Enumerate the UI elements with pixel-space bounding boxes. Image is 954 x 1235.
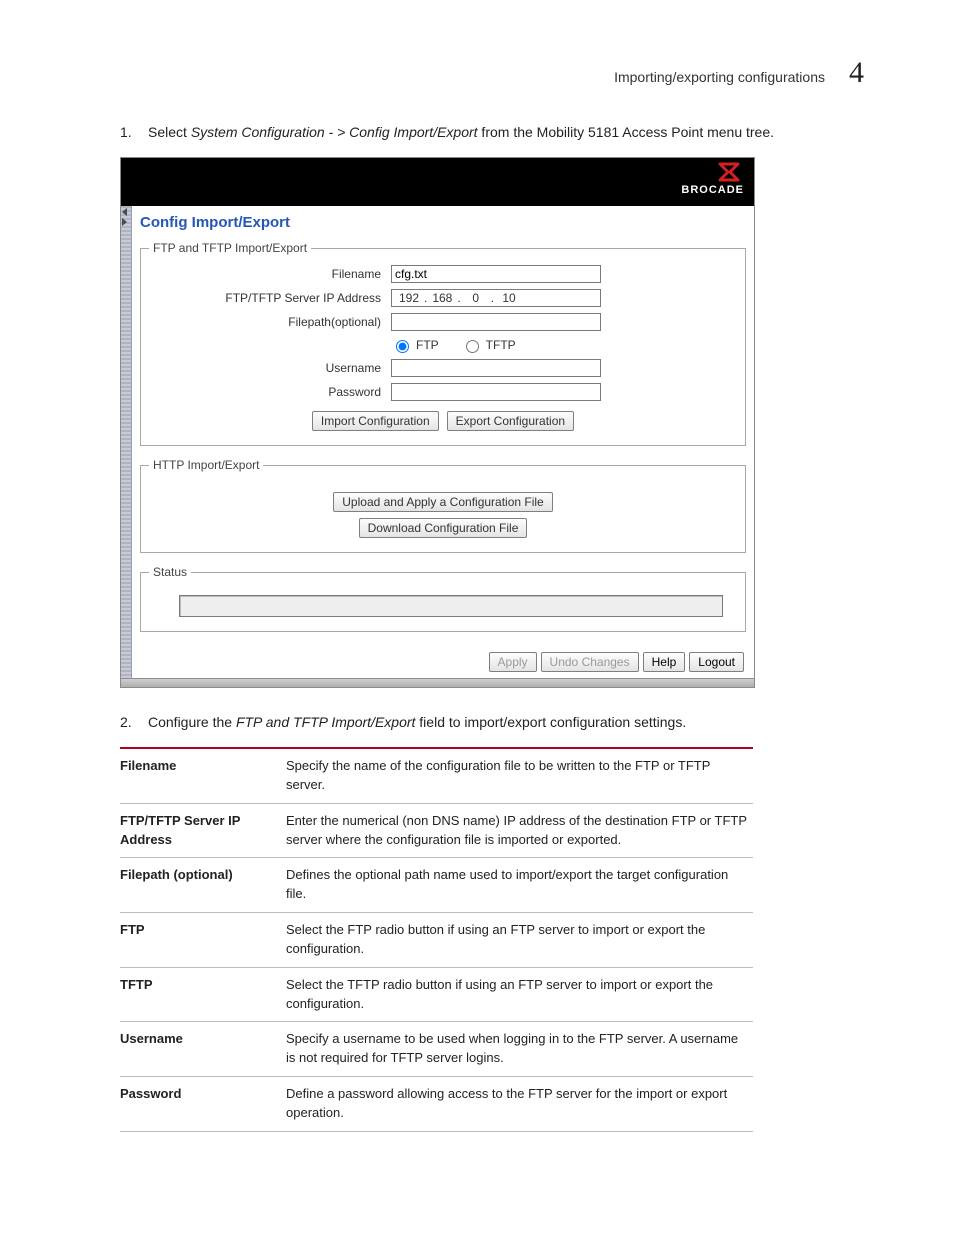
radio-ftp-input[interactable] [396, 340, 409, 353]
field-name-cell: FTP [120, 913, 286, 968]
brocade-logo-icon [718, 162, 744, 182]
step-1: 1. Select System Configuration - > Confi… [120, 122, 864, 143]
table-row: FilenameSpecify the name of the configur… [120, 748, 753, 803]
field-name-cell: Password [120, 1077, 286, 1132]
field-desc-cell: Specify the name of the configuration fi… [286, 748, 753, 803]
label-filepath: Filepath(optional) [149, 315, 391, 329]
step-text: Configure the FTP and TFTP Import/Export… [148, 712, 686, 733]
panel-title: Config Import/Export [140, 214, 748, 231]
username-input[interactable] [391, 359, 601, 377]
splitter-grip[interactable] [121, 206, 132, 678]
import-configuration-button[interactable]: Import Configuration [312, 411, 439, 431]
upload-config-button[interactable]: Upload and Apply a Configuration File [333, 492, 552, 512]
radio-tftp[interactable]: TFTP [461, 337, 516, 353]
brand-block: BROCADE [681, 162, 744, 196]
screenshot-config-import-export: BROCADE Config Import/Export FTP and TFT… [120, 157, 755, 688]
step-2: 2. Configure the FTP and TFTP Import/Exp… [120, 712, 864, 733]
undo-changes-button[interactable]: Undo Changes [541, 652, 639, 672]
fieldset-ftp-tftp: FTP and TFTP Import/Export Filename FTP/… [140, 241, 746, 446]
filepath-input[interactable] [391, 313, 601, 331]
field-name-cell: Username [120, 1022, 286, 1077]
field-desc-cell: Specify a username to be used when loggi… [286, 1022, 753, 1077]
table-row: Filepath (optional)Defines the optional … [120, 858, 753, 913]
download-config-button[interactable]: Download Configuration File [359, 518, 528, 538]
field-desc-cell: Define a password allowing access to the… [286, 1077, 753, 1132]
step-number: 1. [120, 122, 138, 143]
label-password: Password [149, 385, 391, 399]
field-desc-cell: Enter the numerical (non DNS name) IP ad… [286, 803, 753, 858]
label-filename: Filename [149, 267, 391, 281]
app-statusbar [121, 678, 754, 687]
section-number: 4 [849, 56, 864, 90]
app-titlebar: BROCADE [121, 158, 754, 206]
field-name-cell: Filepath (optional) [120, 858, 286, 913]
section-title: Importing/exporting configurations [614, 69, 825, 85]
label-username: Username [149, 361, 391, 375]
radio-tftp-input[interactable] [466, 340, 479, 353]
brand-name: BROCADE [681, 184, 744, 196]
table-row: TFTPSelect the TFTP radio button if usin… [120, 967, 753, 1022]
field-name-cell: FTP/TFTP Server IP Address [120, 803, 286, 858]
export-configuration-button[interactable]: Export Configuration [447, 411, 574, 431]
label-ip: FTP/TFTP Server IP Address [149, 291, 391, 305]
field-desc-cell: Select the TFTP radio button if using an… [286, 967, 753, 1022]
page-header: Importing/exporting configurations 4 [90, 56, 864, 90]
filename-input[interactable] [391, 265, 601, 283]
fieldset-http: HTTP Import/Export Upload and Apply a Co… [140, 458, 746, 553]
fieldset-status: Status [140, 565, 746, 632]
step-text: Select System Configuration - > Config I… [148, 122, 774, 143]
apply-button[interactable]: Apply [489, 652, 537, 672]
fieldset-legend: Status [149, 565, 191, 579]
help-button[interactable]: Help [643, 652, 686, 672]
password-input[interactable] [391, 383, 601, 401]
field-desc-cell: Defines the optional path name used to i… [286, 858, 753, 913]
ip-address-input[interactable]: 192. 168. 0. 10 [391, 289, 601, 307]
table-row: UsernameSpecify a username to be used wh… [120, 1022, 753, 1077]
logout-button[interactable]: Logout [689, 652, 744, 672]
step-number: 2. [120, 712, 138, 733]
field-name-cell: Filename [120, 748, 286, 803]
radio-ftp[interactable]: FTP [391, 337, 439, 353]
fieldset-legend: HTTP Import/Export [149, 458, 263, 472]
status-textbox [179, 595, 723, 617]
table-row: FTPSelect the FTP radio button if using … [120, 913, 753, 968]
table-row: PasswordDefine a password allowing acces… [120, 1077, 753, 1132]
footer-button-row: Apply Undo Changes Help Logout [138, 644, 748, 672]
table-row: FTP/TFTP Server IP AddressEnter the nume… [120, 803, 753, 858]
field-name-cell: TFTP [120, 967, 286, 1022]
fieldset-legend: FTP and TFTP Import/Export [149, 241, 311, 255]
field-description-table: FilenameSpecify the name of the configur… [120, 747, 753, 1132]
field-desc-cell: Select the FTP radio button if using an … [286, 913, 753, 968]
